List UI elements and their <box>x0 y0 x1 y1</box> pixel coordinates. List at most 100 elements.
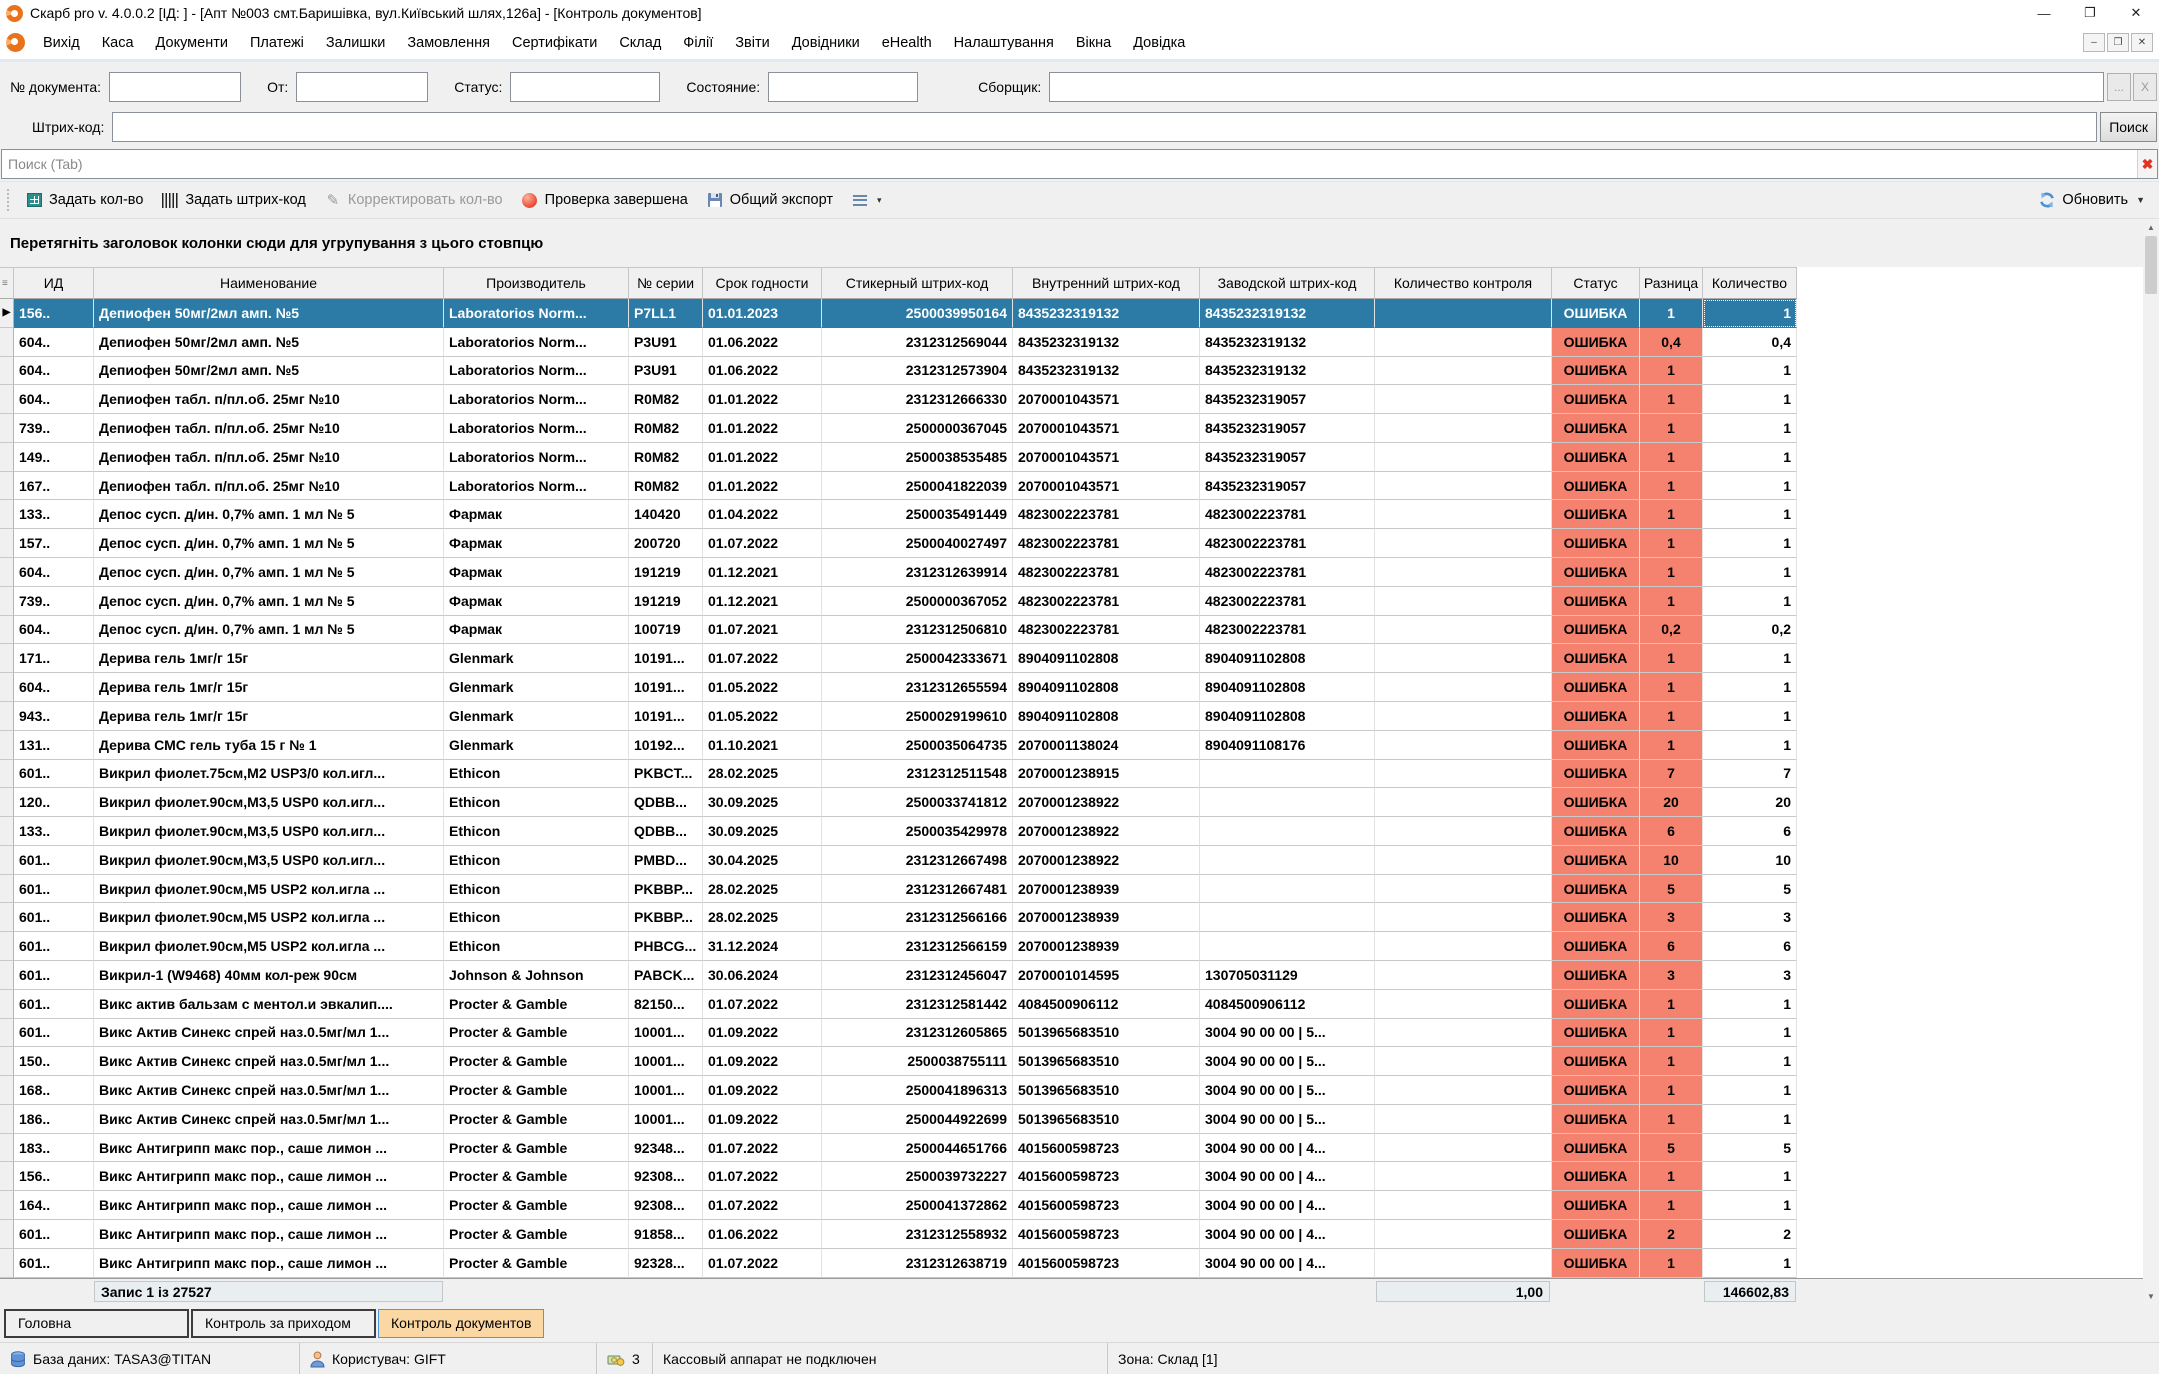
table-cell[interactable]: ОШИБКА <box>1552 529 1640 558</box>
table-cell[interactable]: 01.09.2022 <box>703 1047 822 1076</box>
table-cell[interactable]: R0M82 <box>629 443 703 472</box>
table-cell[interactable]: 1 <box>1640 558 1703 587</box>
table-cell[interactable]: 3004 90 00 00 | 4... <box>1200 1162 1375 1191</box>
table-cell[interactable] <box>1375 817 1552 846</box>
table-cell[interactable]: 6 <box>1703 932 1797 961</box>
column-header-5[interactable]: Срок годности <box>703 267 822 299</box>
table-cell[interactable]: 2500035491449 <box>822 500 1013 529</box>
table-cell[interactable]: 2500041372862 <box>822 1191 1013 1220</box>
table-cell[interactable]: Викс Антигрипп макс пор., саше лимон ... <box>94 1134 444 1163</box>
table-cell[interactable]: 1 <box>1703 1047 1797 1076</box>
collector-input[interactable] <box>1049 72 2104 102</box>
table-row[interactable]: 157..Депос сусп. д/ин. 0,7% амп. 1 мл № … <box>0 529 2159 558</box>
table-row[interactable]: 168..Викс Актив Синекс спрей наз.0.5мг/м… <box>0 1076 2159 1105</box>
table-cell[interactable]: 8435232319057 <box>1200 385 1375 414</box>
table-cell[interactable]: 1 <box>1703 1191 1797 1220</box>
table-cell[interactable]: 133.. <box>14 817 94 846</box>
table-cell[interactable]: 30.04.2025 <box>703 846 822 875</box>
table-cell[interactable]: 8435232319132 <box>1200 299 1375 328</box>
table-cell[interactable]: 0,4 <box>1703 328 1797 357</box>
quick-search-input[interactable] <box>2 150 2137 178</box>
table-cell[interactable]: 1 <box>1703 1249 1797 1278</box>
table-cell[interactable]: 2070001238922 <box>1013 817 1200 846</box>
table-cell[interactable]: ОШИБКА <box>1552 961 1640 990</box>
table-cell[interactable] <box>1375 385 1552 414</box>
collector-clear-button[interactable]: X <box>2133 73 2157 101</box>
table-row[interactable]: 601..Викрил фиолет.90см,М5 USP2 кол.игла… <box>0 932 2159 961</box>
table-cell[interactable]: 8435232319132 <box>1200 357 1375 386</box>
table-cell[interactable]: Procter & Gamble <box>444 1134 629 1163</box>
table-cell[interactable]: 1 <box>1640 673 1703 702</box>
table-cell[interactable]: 1 <box>1640 443 1703 472</box>
doc-number-input[interactable] <box>109 72 241 102</box>
table-cell[interactable]: 01.05.2022 <box>703 673 822 702</box>
table-cell[interactable]: P3U91 <box>629 357 703 386</box>
menu-item-вікна[interactable]: Вікна <box>1065 29 1122 57</box>
table-cell[interactable]: 2070001238939 <box>1013 932 1200 961</box>
table-cell[interactable]: Викрил фиолет.90см,М3,5 USP0 кол.игл... <box>94 817 444 846</box>
table-cell[interactable]: ОШИБКА <box>1552 1162 1640 1191</box>
table-cell[interactable]: Викс Антигрипп макс пор., саше лимон ... <box>94 1162 444 1191</box>
table-cell[interactable]: 2312312566159 <box>822 932 1013 961</box>
table-row[interactable]: 171..Дерива гель 1мг/г 15гGlenmark10191.… <box>0 644 2159 673</box>
table-cell[interactable]: 149.. <box>14 443 94 472</box>
table-cell[interactable]: 01.09.2022 <box>703 1019 822 1048</box>
table-cell[interactable] <box>1375 299 1552 328</box>
table-cell[interactable]: 604.. <box>14 673 94 702</box>
table-cell[interactable]: 2500033741812 <box>822 788 1013 817</box>
table-cell[interactable]: 8435232319057 <box>1200 414 1375 443</box>
table-cell[interactable]: 2312312655594 <box>822 673 1013 702</box>
table-cell[interactable]: 943.. <box>14 702 94 731</box>
table-cell[interactable]: ОШИБКА <box>1552 1220 1640 1249</box>
table-cell[interactable]: Ethicon <box>444 760 629 789</box>
table-cell[interactable]: 130705031129 <box>1200 961 1375 990</box>
table-cell[interactable] <box>1375 1162 1552 1191</box>
table-cell[interactable]: Викрил-1 (W9468) 40мм кол-реж 90см <box>94 961 444 990</box>
table-cell[interactable]: 1 <box>1703 673 1797 702</box>
table-cell[interactable]: 1 <box>1640 702 1703 731</box>
table-cell[interactable] <box>1375 558 1552 587</box>
table-cell[interactable]: 4823002223781 <box>1200 529 1375 558</box>
table-cell[interactable]: 01.07.2022 <box>703 1249 822 1278</box>
table-cell[interactable]: PABCK... <box>629 961 703 990</box>
table-cell[interactable]: 186.. <box>14 1105 94 1134</box>
table-cell[interactable] <box>1200 903 1375 932</box>
table-cell[interactable]: Викс Антигрипп макс пор., саше лимон ... <box>94 1220 444 1249</box>
table-cell[interactable]: 191219 <box>629 558 703 587</box>
toolbar-grip[interactable] <box>6 188 11 212</box>
table-cell[interactable]: 1 <box>1640 1162 1703 1191</box>
table-cell[interactable]: 4823002223781 <box>1013 529 1200 558</box>
table-cell[interactable]: 10192... <box>629 731 703 760</box>
table-cell[interactable]: 10001... <box>629 1019 703 1048</box>
table-cell[interactable]: Викс Антигрипп макс пор., саше лимон ... <box>94 1249 444 1278</box>
table-cell[interactable] <box>1375 587 1552 616</box>
table-cell[interactable]: 1 <box>1703 644 1797 673</box>
table-cell[interactable]: 1 <box>1703 357 1797 386</box>
table-cell[interactable]: Викс Актив Синекс спрей наз.0.5мг/мл 1..… <box>94 1019 444 1048</box>
barcode-search-button[interactable]: Поиск <box>2100 112 2157 142</box>
table-cell[interactable]: Депиофен табл. п/пл.об. 25мг №10 <box>94 385 444 414</box>
table-cell[interactable]: 604.. <box>14 385 94 414</box>
table-cell[interactable]: 4823002223781 <box>1200 587 1375 616</box>
table-cell[interactable]: Викс Актив Синекс спрей наз.0.5мг/мл 1..… <box>94 1105 444 1134</box>
table-cell[interactable]: 1 <box>1703 731 1797 760</box>
table-cell[interactable]: ОШИБКА <box>1552 558 1640 587</box>
table-cell[interactable]: 2312312581442 <box>822 990 1013 1019</box>
table-cell[interactable]: 1 <box>1640 731 1703 760</box>
table-cell[interactable]: 157.. <box>14 529 94 558</box>
table-cell[interactable]: Дерива гель 1мг/г 15г <box>94 673 444 702</box>
table-cell[interactable]: 1 <box>1640 1191 1703 1220</box>
table-cell[interactable]: Депиофен 50мг/2мл амп. №5 <box>94 328 444 357</box>
table-cell[interactable]: 4015600598723 <box>1013 1249 1200 1278</box>
table-cell[interactable]: 120.. <box>14 788 94 817</box>
table-cell[interactable]: ОШИБКА <box>1552 673 1640 702</box>
column-header-4[interactable]: № серии <box>629 267 703 299</box>
table-cell[interactable]: 0,2 <box>1703 616 1797 645</box>
table-cell[interactable]: 8904091102808 <box>1013 673 1200 702</box>
table-cell[interactable]: 3 <box>1703 903 1797 932</box>
table-cell[interactable]: ОШИБКА <box>1552 587 1640 616</box>
table-cell[interactable]: Викрил фиолет.90см,М3,5 USP0 кол.игл... <box>94 788 444 817</box>
column-header-3[interactable]: Производитель <box>444 267 629 299</box>
table-cell[interactable]: Procter & Gamble <box>444 1105 629 1134</box>
menu-item-склад[interactable]: Склад <box>608 29 672 57</box>
